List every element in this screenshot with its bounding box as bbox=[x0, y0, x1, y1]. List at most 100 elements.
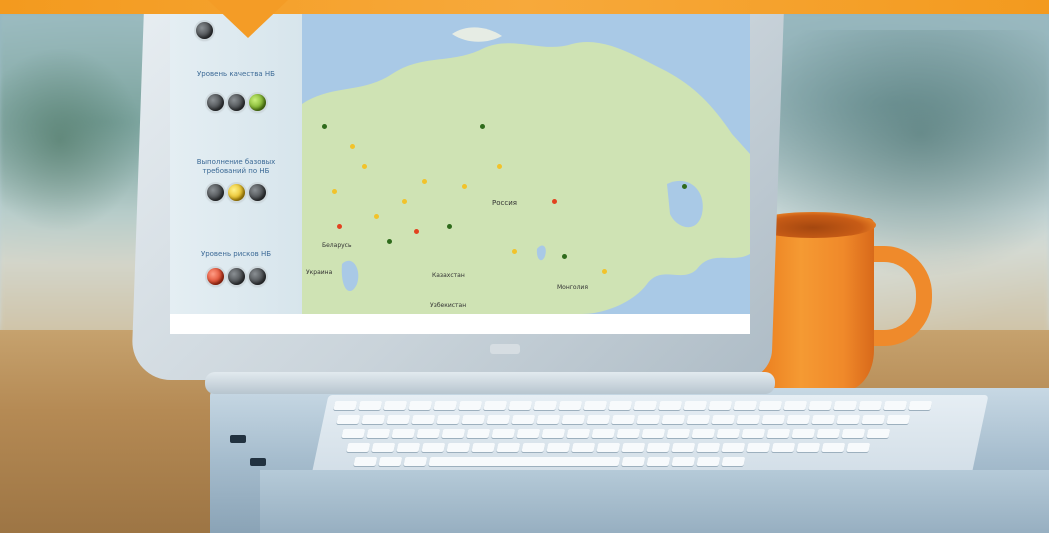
key[interactable] bbox=[511, 415, 536, 424]
key[interactable] bbox=[621, 443, 646, 452]
key[interactable] bbox=[353, 457, 378, 466]
key[interactable] bbox=[696, 443, 721, 452]
map-marker-yellow[interactable] bbox=[350, 144, 355, 149]
key[interactable] bbox=[661, 415, 686, 424]
key[interactable] bbox=[596, 443, 621, 452]
key[interactable] bbox=[796, 443, 821, 452]
key[interactable] bbox=[333, 401, 358, 410]
key[interactable] bbox=[383, 401, 408, 410]
map-marker-yellow[interactable] bbox=[462, 184, 467, 189]
map-marker-yellow[interactable] bbox=[374, 214, 379, 219]
key[interactable] bbox=[608, 401, 633, 410]
key[interactable] bbox=[758, 401, 783, 410]
map-marker-yellow[interactable] bbox=[332, 189, 337, 194]
key[interactable] bbox=[641, 429, 666, 438]
key[interactable] bbox=[786, 415, 811, 424]
map-marker-yellow[interactable] bbox=[602, 269, 607, 274]
usb-port[interactable] bbox=[230, 435, 246, 443]
indicator-group-requirements[interactable] bbox=[170, 184, 302, 201]
key[interactable] bbox=[421, 443, 446, 452]
key[interactable] bbox=[483, 401, 508, 410]
key[interactable] bbox=[821, 443, 846, 452]
map-marker-red[interactable] bbox=[552, 199, 557, 204]
key[interactable] bbox=[366, 429, 391, 438]
key[interactable] bbox=[691, 429, 716, 438]
key[interactable] bbox=[733, 401, 758, 410]
key[interactable] bbox=[836, 415, 861, 424]
key[interactable] bbox=[536, 415, 561, 424]
key[interactable] bbox=[671, 457, 696, 466]
key[interactable] bbox=[791, 429, 816, 438]
key[interactable] bbox=[621, 457, 646, 466]
key[interactable] bbox=[433, 401, 458, 410]
key[interactable] bbox=[458, 401, 483, 410]
key[interactable] bbox=[403, 457, 428, 466]
map-marker-yellow[interactable] bbox=[362, 164, 367, 169]
key[interactable] bbox=[408, 401, 433, 410]
map-marker-green[interactable] bbox=[322, 124, 327, 129]
key[interactable] bbox=[541, 429, 566, 438]
key[interactable] bbox=[486, 415, 511, 424]
key[interactable] bbox=[546, 443, 571, 452]
map-marker-yellow[interactable] bbox=[422, 179, 427, 184]
key[interactable] bbox=[471, 443, 496, 452]
key[interactable] bbox=[658, 401, 683, 410]
key[interactable] bbox=[816, 429, 841, 438]
key[interactable] bbox=[671, 443, 696, 452]
usb-port[interactable] bbox=[250, 458, 266, 466]
key[interactable] bbox=[666, 429, 691, 438]
key[interactable] bbox=[491, 429, 516, 438]
key[interactable] bbox=[683, 401, 708, 410]
key[interactable] bbox=[586, 415, 611, 424]
key[interactable] bbox=[736, 415, 761, 424]
key[interactable] bbox=[416, 429, 441, 438]
key[interactable] bbox=[761, 415, 786, 424]
key[interactable] bbox=[721, 457, 746, 466]
key[interactable] bbox=[336, 415, 361, 424]
key[interactable] bbox=[883, 401, 908, 410]
key[interactable] bbox=[846, 443, 871, 452]
key[interactable] bbox=[583, 401, 608, 410]
key[interactable] bbox=[616, 429, 641, 438]
indicator-group-quality[interactable] bbox=[170, 94, 302, 111]
key[interactable] bbox=[833, 401, 858, 410]
keyboard[interactable] bbox=[311, 395, 989, 475]
map-marker-red[interactable] bbox=[337, 224, 342, 229]
key[interactable] bbox=[886, 415, 911, 424]
key[interactable] bbox=[533, 401, 558, 410]
key[interactable] bbox=[633, 401, 658, 410]
key[interactable] bbox=[646, 457, 671, 466]
key[interactable] bbox=[466, 429, 491, 438]
key[interactable] bbox=[558, 401, 583, 410]
key[interactable] bbox=[771, 443, 796, 452]
map-marker-yellow[interactable] bbox=[497, 164, 502, 169]
key[interactable] bbox=[746, 443, 771, 452]
key[interactable] bbox=[861, 415, 886, 424]
key[interactable] bbox=[521, 443, 546, 452]
key[interactable] bbox=[446, 443, 471, 452]
key[interactable] bbox=[396, 443, 421, 452]
map-marker-red[interactable] bbox=[414, 229, 419, 234]
key[interactable] bbox=[361, 415, 386, 424]
key[interactable] bbox=[508, 401, 533, 410]
key[interactable] bbox=[566, 429, 591, 438]
key[interactable] bbox=[808, 401, 833, 410]
map-marker-green[interactable] bbox=[562, 254, 567, 259]
key[interactable] bbox=[461, 415, 486, 424]
key[interactable] bbox=[866, 429, 891, 438]
map-marker-green[interactable] bbox=[682, 184, 687, 189]
key[interactable] bbox=[686, 415, 711, 424]
key[interactable] bbox=[811, 415, 836, 424]
key[interactable] bbox=[908, 401, 933, 410]
key[interactable] bbox=[741, 429, 766, 438]
key[interactable] bbox=[341, 429, 366, 438]
key[interactable] bbox=[391, 429, 416, 438]
key[interactable] bbox=[496, 443, 521, 452]
key[interactable] bbox=[696, 457, 721, 466]
space-bar[interactable] bbox=[428, 457, 621, 466]
map-marker-green[interactable] bbox=[447, 224, 452, 229]
key[interactable] bbox=[636, 415, 661, 424]
key[interactable] bbox=[711, 415, 736, 424]
key[interactable] bbox=[766, 429, 791, 438]
key[interactable] bbox=[561, 415, 586, 424]
